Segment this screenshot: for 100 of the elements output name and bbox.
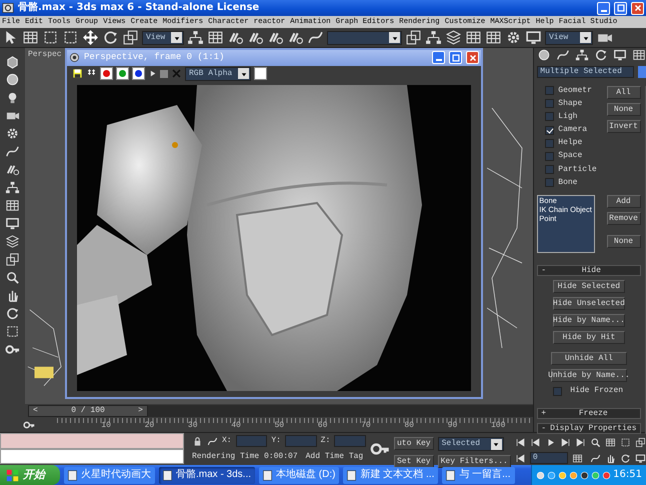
maximize-button[interactable]	[449, 51, 462, 64]
utilities-tab[interactable]	[632, 48, 646, 62]
last-frame-icon[interactable]	[574, 437, 586, 448]
maximize-button[interactable]	[614, 2, 627, 14]
time-slider-track[interactable]: < 0 / 100 >	[28, 405, 534, 417]
move-icon[interactable]	[82, 29, 99, 46]
arc-rotate-icon[interactable]	[620, 453, 631, 464]
checkbox[interactable]	[545, 112, 554, 122]
taskbar-button[interactable]: 火星时代动画大	[64, 466, 155, 484]
caret-icon	[582, 34, 590, 40]
color-swatch[interactable]	[638, 66, 646, 78]
coord-field[interactable]	[334, 435, 366, 447]
checkbox[interactable]	[545, 99, 554, 108]
scale-icon[interactable]	[122, 29, 139, 46]
rollout-header[interactable]: + Freeze	[537, 408, 640, 419]
window-select-icon[interactable]	[62, 29, 79, 46]
curve-icon[interactable]	[5, 144, 20, 159]
list-button[interactable]: Add	[606, 195, 640, 208]
hide-button[interactable]: Hide by Name...	[552, 314, 625, 328]
viewport-label[interactable]: Perspec	[28, 50, 62, 60]
sphere-icon[interactable]	[5, 72, 20, 87]
frame-number: 100	[490, 421, 506, 432]
zoom-icon[interactable]	[590, 437, 601, 448]
taskbar-button[interactable]: 本地磁盘 (D:)	[259, 466, 340, 484]
grid-icon[interactable]	[5, 198, 20, 213]
layers-icon[interactable]	[445, 29, 462, 46]
zoom-icon[interactable]	[5, 270, 20, 285]
key-mode-dropdown[interactable]: Selected	[438, 437, 504, 451]
list-button[interactable]: None	[606, 235, 640, 248]
create-tab[interactable]	[537, 48, 552, 62]
coord-field[interactable]	[284, 435, 317, 447]
layers-icon[interactable]	[5, 234, 20, 249]
modify-tab[interactable]	[556, 48, 570, 62]
view-dropdown[interactable]: View	[545, 30, 593, 44]
close-button[interactable]	[466, 51, 479, 64]
clear-icon[interactable]	[160, 70, 168, 78]
frame-field[interactable]: 0	[530, 452, 568, 464]
category-button[interactable]: All	[606, 86, 640, 99]
auto-key-button[interactable]: uto Key	[394, 437, 434, 450]
curve-icon[interactable]	[307, 29, 324, 46]
hide-button[interactable]: Hide Selected	[552, 280, 625, 294]
time-slider-thumb[interactable]: < 0 / 100 >	[28, 405, 148, 417]
checkbox[interactable]	[545, 152, 554, 161]
zoom-extents-icon[interactable]	[620, 437, 631, 448]
box-icon[interactable]	[5, 54, 20, 69]
close-button[interactable]	[631, 2, 644, 14]
hierarchy-tab[interactable]	[575, 48, 590, 62]
minimize-button[interactable]	[432, 51, 445, 64]
next-frame-icon[interactable]	[560, 437, 571, 448]
script-listener-field[interactable]	[0, 433, 184, 449]
selection-set-dropdown[interactable]	[327, 30, 402, 44]
taskbar-button[interactable]: 新建 文本文档 ...	[343, 466, 438, 484]
first-frame-icon[interactable]	[514, 437, 526, 448]
channel-toggle[interactable]	[116, 67, 129, 80]
squares-icon[interactable]	[5, 252, 20, 267]
taskbar-button[interactable]: 骨骼.max - 3ds...	[159, 466, 256, 484]
coord-field[interactable]	[236, 435, 268, 447]
hide-button[interactable]: Hide Unselected	[552, 297, 625, 310]
color-swatch[interactable]	[254, 67, 267, 80]
viewport[interactable]: Perspec Perspective, frame 0 (1:1) RGB Alpha	[25, 48, 534, 404]
taskbar-button[interactable]: 与 一留言...	[442, 466, 514, 484]
channel-toggle[interactable]	[132, 67, 145, 80]
channel-dropdown[interactable]: RGB Alpha	[185, 66, 251, 81]
checkbox[interactable]	[545, 138, 554, 148]
display-tab[interactable]	[613, 48, 628, 62]
rotate-icon[interactable]	[5, 306, 20, 321]
checkbox[interactable]	[545, 178, 554, 187]
rotate-icon[interactable]	[102, 29, 119, 46]
name-field[interactable]: Multiple Selected	[537, 66, 634, 78]
list-button[interactable]: Remove	[606, 212, 640, 226]
motion-tab[interactable]	[594, 48, 608, 62]
checkbox[interactable]	[545, 126, 554, 135]
hierarchy-icon[interactable]	[5, 180, 20, 195]
view-dropdown[interactable]: View	[142, 30, 184, 44]
unhide-button[interactable]: Unhide All	[550, 352, 627, 366]
add-time-tag-link[interactable]: Add Time Tag	[306, 452, 364, 462]
hide-button[interactable]: Hide by Hit	[552, 331, 625, 344]
rollout-header[interactable]: - Hide	[537, 265, 640, 276]
previous-frame-icon[interactable]	[530, 437, 541, 448]
save-icon[interactable]	[72, 68, 83, 80]
checkbox[interactable]	[553, 386, 562, 396]
region-select-icon[interactable]	[42, 29, 59, 46]
lock-icon[interactable]	[192, 436, 203, 446]
render-scene-icon[interactable]	[525, 29, 542, 46]
region-icon[interactable]	[5, 324, 20, 339]
script-output-field[interactable]	[0, 449, 184, 464]
rollout-header[interactable]: - Display Properties	[537, 422, 640, 434]
set-key-button[interactable]: Set Key	[394, 455, 434, 468]
minimize-button[interactable]	[597, 2, 610, 14]
checkbox[interactable]	[545, 164, 554, 174]
monitor-icon[interactable]	[5, 216, 20, 231]
rendering-time-text: Rendering Time 0:00:07	[192, 452, 298, 462]
channel-toggle[interactable]	[100, 67, 113, 80]
category-button[interactable]: Invert	[606, 120, 640, 133]
checkbox[interactable]	[545, 86, 554, 96]
material-icon[interactable]	[505, 29, 522, 46]
unhide-button[interactable]: Unhide by Name...	[550, 369, 627, 382]
category-button[interactable]: None	[606, 103, 640, 116]
key-filters-button[interactable]: Key Filters...	[438, 455, 511, 468]
gear-icon[interactable]	[5, 126, 20, 141]
